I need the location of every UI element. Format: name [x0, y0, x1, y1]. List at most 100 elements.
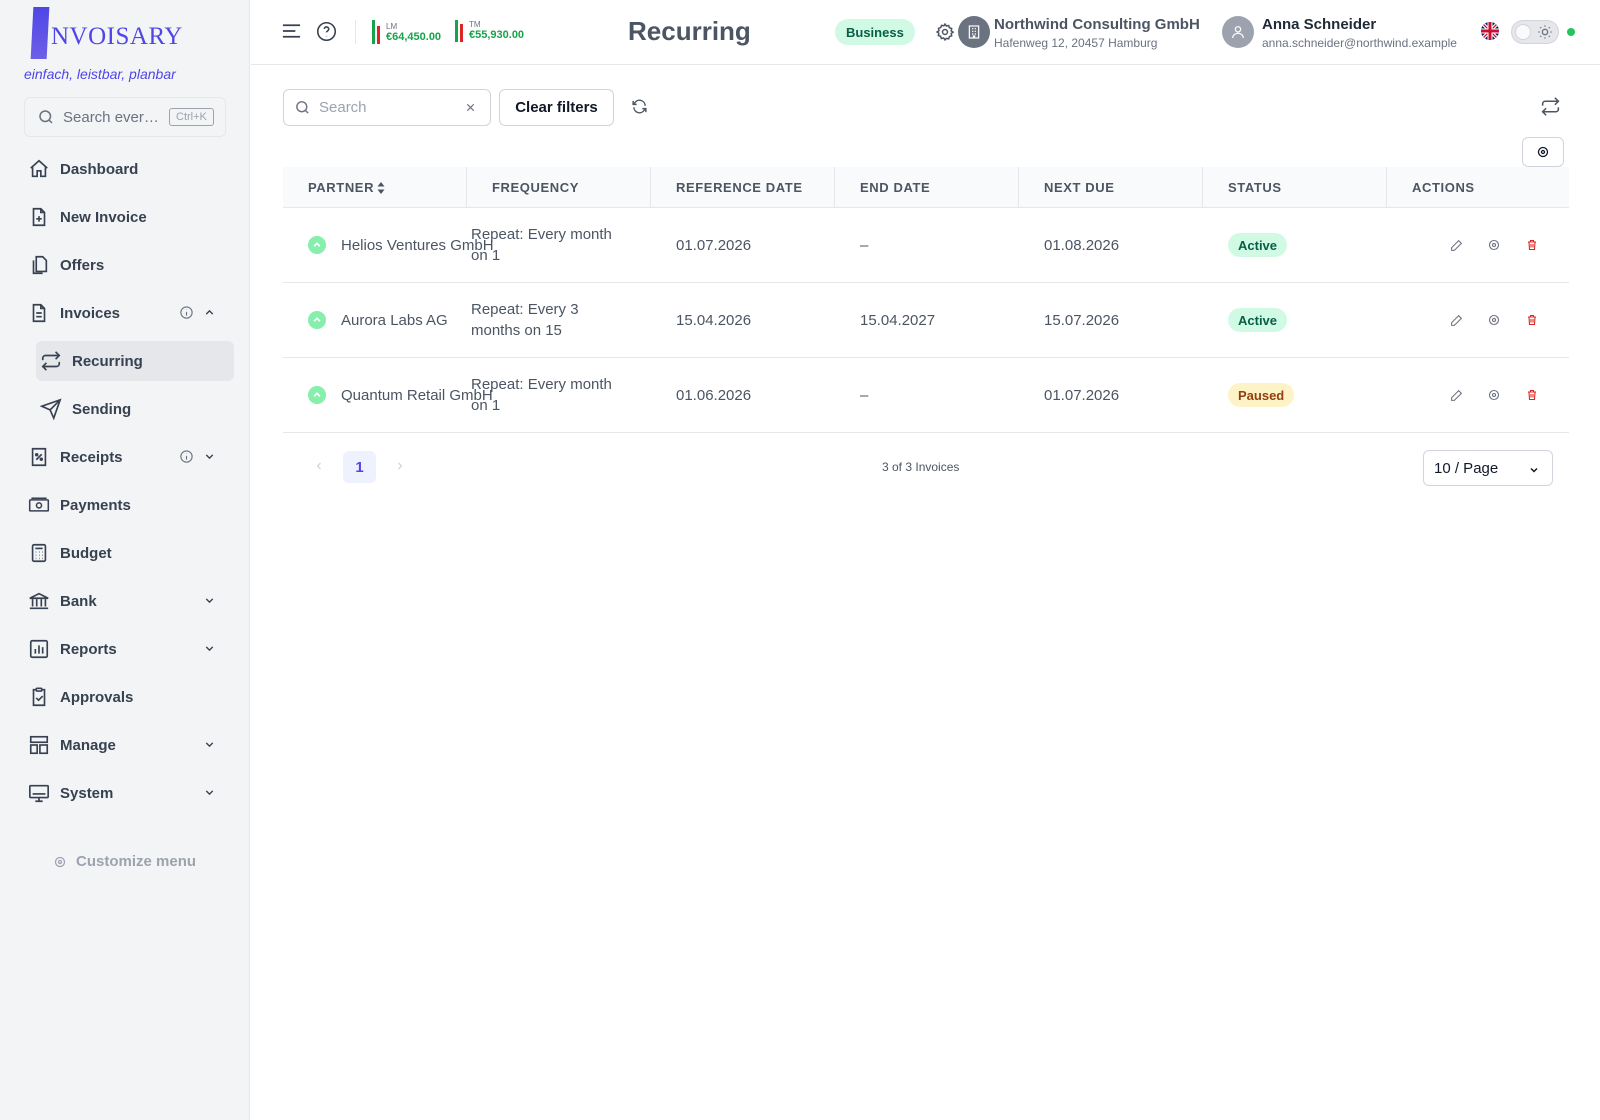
page-number-button[interactable]: 1: [343, 451, 376, 483]
layout-icon: [28, 734, 50, 756]
sidebar-item-bank[interactable]: Bank: [24, 581, 234, 621]
customize-menu-button[interactable]: Customize menu: [54, 853, 196, 870]
edit-icon[interactable]: [1447, 311, 1465, 329]
search-input[interactable]: [319, 99, 459, 116]
online-status-dot: [1567, 28, 1575, 36]
cell-status: Active: [1203, 283, 1387, 357]
chevron-down-icon[interactable]: [203, 738, 216, 751]
settings-dot-icon[interactable]: [1485, 386, 1503, 404]
app-logo[interactable]: NVOISARY: [30, 5, 183, 59]
sidebar-item-label: Receipts: [60, 448, 123, 466]
sidebar-item-offers[interactable]: Offers: [24, 245, 234, 285]
column-header-reference-date: REFERENCE DATE: [651, 167, 835, 208]
info-icon[interactable]: [179, 305, 194, 320]
page-size-value: 10 / Page: [1434, 459, 1499, 477]
trash-icon[interactable]: [1523, 386, 1541, 404]
uk-flag-icon[interactable]: [1481, 22, 1499, 40]
column-settings-button[interactable]: [1522, 137, 1564, 167]
sidebar-item-recurring[interactable]: Recurring: [36, 341, 234, 381]
page-size-select[interactable]: 10 / Page: [1423, 450, 1553, 486]
table-row[interactable]: Quantum Retail GmbH Repeat: Every month …: [283, 358, 1569, 433]
expand-row-icon[interactable]: [308, 311, 326, 329]
sidebar-item-payments[interactable]: Payments: [24, 485, 234, 525]
swap-view-icon[interactable]: [1540, 96, 1561, 117]
sidebar-item-label: Bank: [60, 592, 97, 610]
chevron-down-icon[interactable]: [203, 642, 216, 655]
top-bar: LM €64,450.00 TM €55,930.00 Recurring Bu…: [251, 0, 1600, 65]
user-icon: [1232, 26, 1244, 39]
column-title: REFERENCE DATE: [676, 180, 803, 195]
refresh-icon[interactable]: [631, 98, 648, 115]
chevron-right-icon[interactable]: [394, 460, 406, 472]
column-title: PARTNER: [308, 180, 375, 195]
chevron-down-icon[interactable]: [203, 786, 216, 799]
sidebar-item-sending[interactable]: Sending: [36, 389, 234, 429]
sidebar-item-approvals[interactable]: Approvals: [24, 677, 234, 717]
kpi-label: LM: [386, 22, 398, 31]
user-avatar[interactable]: [1222, 16, 1254, 48]
theme-toggle[interactable]: [1511, 20, 1559, 44]
gear-icon[interactable]: [935, 22, 955, 42]
column-header-partner[interactable]: PARTNER: [283, 167, 467, 208]
clear-search-icon[interactable]: [465, 102, 476, 113]
sidebar-item-budget[interactable]: Budget: [24, 533, 234, 573]
cell-end-date: –: [860, 386, 869, 404]
cell-reference-date: 01.07.2026: [676, 236, 752, 254]
settings-dot-icon[interactable]: [1485, 311, 1503, 329]
sidebar-item-receipts[interactable]: Receipts: [24, 437, 234, 477]
chevron-down-icon[interactable]: [203, 450, 216, 463]
toggle-knob: [1515, 24, 1531, 40]
status-badge: Paused: [1228, 383, 1295, 407]
cell-status: Active: [1203, 208, 1387, 282]
table-row[interactable]: Aurora Labs AG Repeat: Every 3 months on…: [283, 283, 1569, 358]
company-avatar[interactable]: [958, 16, 990, 48]
cell-end-date: –: [860, 236, 869, 254]
receipt-icon: [28, 446, 50, 468]
sidebar-item-reports[interactable]: Reports: [24, 629, 234, 669]
company-name[interactable]: Northwind Consulting GmbH: [994, 16, 1200, 33]
trash-icon[interactable]: [1523, 311, 1541, 329]
chevron-down-icon: [1528, 464, 1540, 476]
sidebar-item-manage[interactable]: Manage: [24, 725, 234, 765]
page-title: Recurring: [628, 16, 751, 46]
sidebar-item-invoices[interactable]: Invoices: [24, 293, 234, 333]
column-title: END DATE: [860, 180, 931, 195]
column-title: ACTIONS: [1412, 180, 1475, 195]
chevron-left-icon[interactable]: [313, 460, 325, 472]
shortcut-hint: Ctrl+K: [169, 108, 214, 126]
table-row[interactable]: Helios Ventures GmbH Repeat: Every month…: [283, 208, 1569, 283]
edit-icon[interactable]: [1447, 386, 1465, 404]
sidebar-item-dashboard[interactable]: Dashboard: [24, 149, 234, 189]
help-icon[interactable]: [316, 21, 337, 42]
cell-next-due: 15.07.2026: [1044, 311, 1120, 329]
chevron-down-icon[interactable]: [203, 594, 216, 607]
user-name[interactable]: Anna Schneider: [1262, 16, 1376, 33]
kpi-bars-icon: [372, 20, 382, 44]
cell-end-date: 15.04.2027: [860, 311, 936, 329]
expand-row-icon[interactable]: [308, 386, 326, 404]
sort-icon[interactable]: [377, 181, 385, 194]
info-icon[interactable]: [179, 449, 194, 464]
trash-icon[interactable]: [1523, 236, 1541, 254]
expand-row-icon[interactable]: [308, 236, 326, 254]
repeat-icon: [40, 350, 62, 372]
cell-partner[interactable]: Helios Ventures GmbH: [283, 208, 494, 282]
cell-partner[interactable]: Quantum Retail GmbH: [283, 358, 493, 432]
settings-dot-icon[interactable]: [1485, 236, 1503, 254]
kpi-last-month[interactable]: LM €64,450.00: [372, 20, 441, 44]
edit-icon[interactable]: [1447, 236, 1465, 254]
cell-frequency: Repeat: Every month on 1: [471, 376, 612, 414]
global-search-placeholder: Search ever…: [63, 108, 159, 126]
chevron-up-icon[interactable]: [203, 306, 216, 319]
clear-filters-button[interactable]: Clear filters: [499, 89, 614, 126]
kpi-this-month[interactable]: TM €55,930.00: [455, 20, 524, 42]
menu-toggle-icon[interactable]: [281, 22, 302, 40]
global-search[interactable]: Search ever… Ctrl+K: [24, 97, 226, 137]
sidebar-item-label: New Invoice: [60, 208, 147, 226]
table-search[interactable]: [283, 89, 491, 126]
sidebar-item-new-invoice[interactable]: New Invoice: [24, 197, 234, 237]
cell-partner[interactable]: Aurora Labs AG: [283, 283, 467, 357]
sidebar-item-system[interactable]: System: [24, 773, 234, 813]
column-title: NEXT DUE: [1044, 180, 1115, 195]
sidebar-item-label: Recurring: [72, 352, 143, 370]
